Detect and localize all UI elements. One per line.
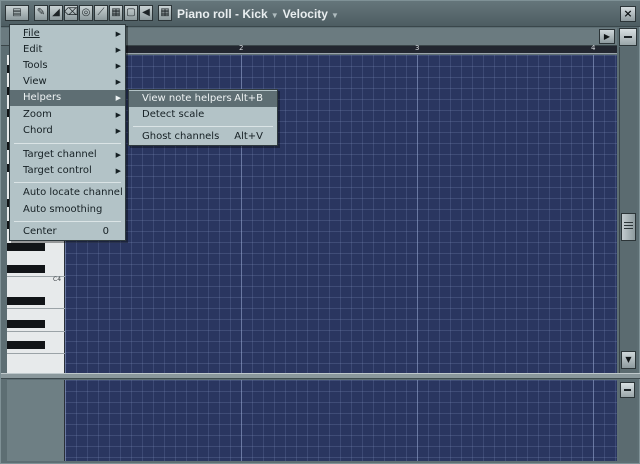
menu-item-label: Auto smoothing (23, 204, 103, 215)
menu-item-label: View note helpers (142, 93, 232, 104)
menu-separator (133, 126, 273, 127)
event-pane-header (7, 380, 65, 461)
window-title[interactable]: Piano roll - Kick ▼ Velocity ▼ (177, 7, 343, 21)
menu-item-file[interactable]: File ▶ (10, 26, 125, 42)
title-dropdown-icon[interactable]: ▼ (271, 11, 279, 20)
velocity-event-grid[interactable] (65, 380, 617, 461)
menu-item-target-channel[interactable]: Target channel ▶ (10, 147, 125, 163)
menu-item-label: Edit (23, 44, 43, 55)
menu-item-label: Detect scale (142, 109, 205, 120)
menu-item-edit[interactable]: Edit ▶ (10, 42, 125, 58)
black-key[interactable] (7, 265, 45, 273)
title-text: Piano roll - Kick (177, 7, 268, 21)
menu-item-label: Target control (23, 165, 92, 176)
menu-item-auto-locate-channel[interactable]: Auto locate channel (10, 185, 125, 201)
menu-item-label: Chord (23, 125, 53, 136)
menu-item-helpers[interactable]: Helpers ▶ (10, 90, 125, 106)
menu-item-zoom[interactable]: Zoom ▶ (10, 107, 125, 123)
menu-separator (14, 221, 121, 222)
menu-item-ghost-channels[interactable]: Ghost channels Alt+V (129, 129, 277, 145)
menu-item-label: Auto locate channel (23, 187, 123, 198)
ruler-mark: 4 (591, 44, 596, 52)
black-key[interactable] (7, 297, 45, 305)
pencil-icon[interactable]: ✎ (34, 5, 48, 21)
toolbar-icons: ▤ ✎ ◢ ⌫ ◎ ⟋ ▦ ▢ ◀ ▦ (5, 5, 172, 23)
pane-splitter[interactable] (1, 373, 640, 379)
menu-item-auto-smoothing[interactable]: Auto smoothing (10, 202, 125, 218)
ruler-mark: 3 (415, 44, 420, 52)
black-key[interactable] (7, 320, 45, 328)
slice-icon[interactable]: ⟋ (94, 5, 108, 21)
menu-item-view-note-helpers[interactable]: View note helpers Alt+B (129, 91, 277, 107)
submenu-arrow-icon: ▶ (115, 62, 121, 70)
submenu-arrow-icon: ▶ (115, 111, 121, 119)
zoom-icon[interactable]: ▢ (124, 5, 138, 21)
ruler-mark: 2 (239, 44, 244, 52)
menu-item-label: Target channel (23, 149, 97, 160)
submenu-arrow-icon: ▶ (115, 167, 121, 175)
menu-item-label: Ghost channels (142, 131, 220, 142)
menu-item-detect-scale[interactable]: Detect scale (129, 107, 277, 123)
submenu-arrow-icon: ▶ (115, 151, 121, 159)
submenu-arrow-icon: ▶ (115, 94, 121, 102)
title-mode[interactable]: Velocity (283, 7, 328, 21)
snap-icon[interactable]: ▦ (158, 5, 172, 21)
menu-icon[interactable]: ▤ (5, 5, 29, 21)
menu-item-label: Helpers (23, 92, 62, 103)
menu-item-label: Tools (23, 60, 48, 71)
center-value: 0 (102, 226, 109, 237)
menu-item-chord[interactable]: Chord ▶ (10, 123, 125, 139)
playback-icon[interactable]: ◀ (139, 5, 153, 21)
menu-shortcut: Alt+B (234, 93, 263, 104)
close-button[interactable]: × (620, 6, 636, 22)
menu-item-label: Center (23, 226, 57, 237)
submenu-arrow-icon: ▶ (115, 127, 121, 135)
event-pane-collapse-button[interactable] (620, 382, 635, 398)
submenu-arrow-icon: ▶ (115, 30, 121, 38)
c4-label: C4 (53, 276, 62, 283)
key-divider (7, 353, 65, 354)
submenu-arrow-icon: ▶ (115, 46, 121, 54)
menu-separator (14, 182, 121, 183)
submenu-arrow-icon: ▶ (115, 78, 121, 86)
menu-shortcut: Alt+V (234, 131, 263, 142)
timeline-ruler[interactable]: 2 3 4 (65, 44, 617, 54)
black-key[interactable] (7, 341, 45, 349)
menu-item-target-control[interactable]: Target control ▶ (10, 163, 125, 179)
scrollbar-thumb[interactable] (621, 213, 636, 241)
piano-roll-menu: File ▶ Edit ▶ Tools ▶ View ▶ Helpers ▶ Zoom ▶ … (9, 24, 126, 241)
helpers-submenu: View note helpers Alt+B Detect scale Ghos… (128, 89, 278, 146)
menu-item-tools[interactable]: Tools ▶ (10, 58, 125, 74)
menu-item-center[interactable]: Center 0 (10, 224, 125, 240)
scroll-down-button[interactable]: ▼ (621, 351, 636, 369)
menu-item-label: View (23, 76, 47, 87)
black-key[interactable] (7, 243, 45, 251)
paint-icon[interactable]: ◢ (49, 5, 63, 21)
key-divider (7, 331, 65, 332)
scroll-right-button[interactable]: ▶ (599, 29, 615, 44)
mute-icon[interactable]: ◎ (79, 5, 93, 21)
mode-dropdown-icon[interactable]: ▼ (331, 11, 339, 20)
menu-item-view[interactable]: View ▶ (10, 74, 125, 90)
key-divider (7, 308, 65, 309)
piano-roll-window: ▤ ✎ ◢ ⌫ ◎ ⟋ ▦ ▢ ◀ ▦ Piano roll - Kick ▼ Ve… (0, 0, 640, 464)
menu-separator (14, 143, 121, 144)
select-icon[interactable]: ▦ (109, 5, 123, 21)
delete-icon[interactable]: ⌫ (64, 5, 78, 21)
event-pane-scrollbar[interactable] (619, 380, 637, 461)
menu-item-label: File (23, 28, 40, 39)
vertical-scrollbar[interactable]: ▼ (619, 47, 637, 373)
collapse-button[interactable] (619, 28, 637, 46)
menu-item-label: Zoom (23, 109, 52, 120)
